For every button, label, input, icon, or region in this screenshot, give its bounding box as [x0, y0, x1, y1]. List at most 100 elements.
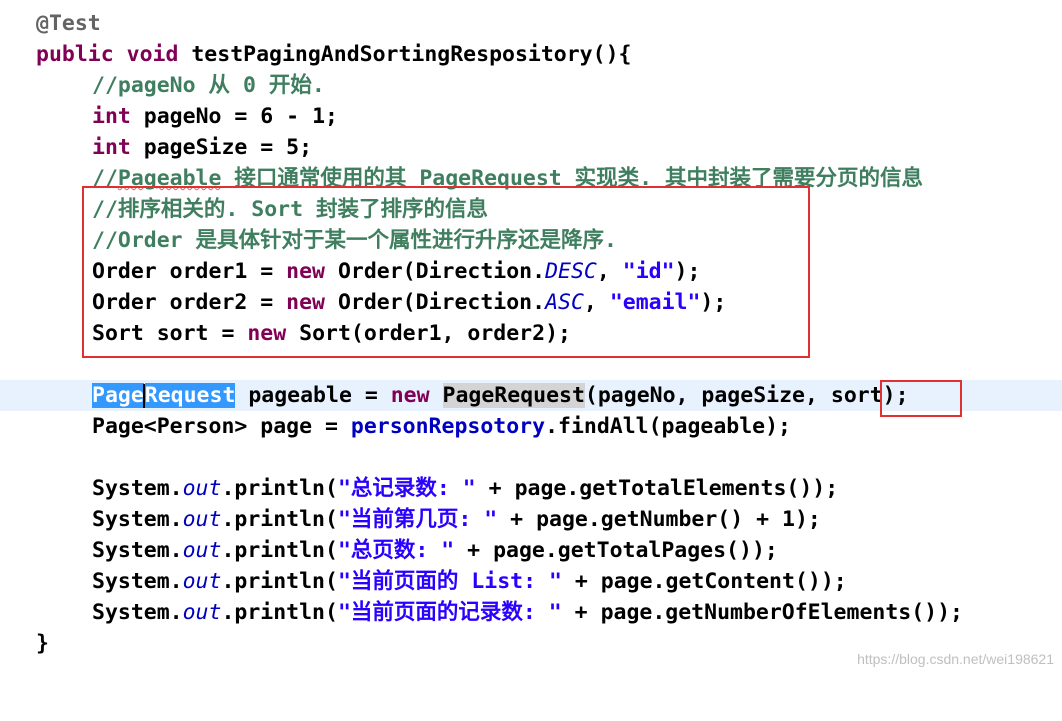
code-line-7[interactable]: //排序相关的. Sort 封装了排序的信息 — [0, 194, 1062, 225]
code-line-5[interactable]: int pageSize = 5; — [0, 132, 1062, 163]
annotation-test: @Test — [36, 11, 101, 36]
code-line-8[interactable]: //Order 是具体针对于某一个属性进行升序还是降序. — [0, 225, 1062, 256]
code-text: Order order1 = — [92, 259, 287, 284]
constant-desc: DESC — [545, 259, 597, 284]
field-out: out — [182, 476, 222, 501]
code-line-15-blank[interactable] — [0, 442, 1062, 473]
code-text: ); — [882, 383, 909, 408]
statement-page: Page<Person> page = personRepsotory.find… — [92, 411, 791, 442]
code-text: (pageNo, pageSize, — [584, 383, 831, 408]
code-line-11[interactable]: Sort sort = new Sort(order1, order2); — [0, 318, 1062, 349]
println-content: System.out.println("当前页面的 List: " + page… — [92, 566, 847, 597]
code-text: System. — [92, 569, 183, 594]
code-line-3[interactable]: //pageNo 从 0 开始. — [0, 70, 1062, 101]
code-line-4[interactable]: int pageNo = 6 - 1; — [0, 101, 1062, 132]
code-text: Page<Person> page = — [92, 414, 351, 439]
code-text: pageable = — [235, 383, 391, 408]
constant-asc: ASC — [545, 290, 584, 315]
code-text: + page.getNumber() + 1); — [497, 507, 821, 532]
field-out: out — [182, 538, 222, 563]
code-line-10[interactable]: Order order2 = new Order(Direction.ASC, … — [0, 287, 1062, 318]
field-out: out — [182, 600, 222, 625]
keyword-public: public — [36, 42, 114, 67]
code-text: .println( — [221, 507, 338, 532]
method-name: testPagingAndSortingRespository(){ — [191, 42, 632, 67]
string-literal: "总页数: " — [337, 538, 455, 563]
comment-sort: //排序相关的. Sort 封装了排序的信息 — [92, 197, 488, 222]
method-signature: public void testPagingAndSortingResposit… — [36, 39, 631, 70]
code-text: , — [596, 259, 623, 284]
keyword-int: int — [92, 135, 131, 160]
string-literal: "当前第几页: " — [337, 507, 498, 532]
string-literal: "email" — [609, 290, 701, 315]
string-literal: "id" — [622, 259, 675, 284]
statement-sort: Sort sort = new Sort(order1, order2); — [92, 318, 571, 349]
code-text: .println( — [221, 476, 338, 501]
field-repository: personRepsotory — [350, 414, 546, 439]
code-line-16[interactable]: System.out.println("总记录数: " + page.getTo… — [0, 473, 1062, 504]
selected-text[interactable]: Request — [144, 383, 236, 408]
code-text: Order(Direction. — [325, 290, 546, 315]
code-text: .println( — [221, 600, 338, 625]
occurrence-highlight: PageRequest — [442, 383, 585, 408]
println-number-of-elements: System.out.println("当前页面的记录数: " + page.g… — [92, 597, 963, 628]
comment-prefix: // — [92, 166, 118, 191]
code-text: + page.getContent()); — [561, 569, 847, 594]
code-line-13-current[interactable]: PageRequest pageable = new PageRequest(p… — [0, 380, 1062, 411]
selected-text[interactable]: Page — [92, 383, 144, 408]
code-text: System. — [92, 538, 183, 563]
println-total-elements: System.out.println("总记录数: " + page.getTo… — [92, 473, 838, 504]
comment-pageable: //Pageable 接口通常使用的其 PageRequest 实现类. 其中封… — [92, 163, 923, 194]
code-text: Order(Direction. — [325, 259, 546, 284]
code-line-2[interactable]: public void testPagingAndSortingResposit… — [0, 39, 1062, 70]
code-text: + page.getTotalElements()); — [475, 476, 839, 501]
keyword-new: new — [390, 383, 430, 408]
statement-text: pageSize = 5; — [143, 135, 313, 160]
statement-pageno: int pageNo = 6 - 1; — [92, 101, 338, 132]
code-text: + page.getTotalPages()); — [454, 538, 778, 563]
statement-text: pageNo = 6 - 1; — [143, 104, 338, 129]
code-line-12-blank[interactable] — [0, 349, 1062, 380]
code-text: .println( — [221, 569, 338, 594]
code-text: .findAll(pageable); — [545, 414, 792, 439]
field-out: out — [182, 569, 222, 594]
println-number: System.out.println("当前第几页: " + page.getN… — [92, 504, 821, 535]
spellcheck-word: Pageable — [117, 166, 222, 191]
code-line-18[interactable]: System.out.println("总页数: " + page.getTot… — [0, 535, 1062, 566]
code-text: Sort(order1, order2); — [286, 321, 571, 346]
code-text: System. — [92, 476, 183, 501]
code-line-20[interactable]: System.out.println("当前页面的记录数: " + page.g… — [0, 597, 1062, 628]
comment-text: 接口通常使用的其 PageRequest 实现类. 其中封装了需要分页的信息 — [221, 166, 924, 191]
field-out: out — [182, 507, 222, 532]
code-text: , — [583, 290, 610, 315]
sort-argument: sort — [830, 383, 883, 408]
statement-pagesize: int pageSize = 5; — [92, 132, 312, 163]
keyword-int: int — [92, 104, 131, 129]
code-text: System. — [92, 600, 183, 625]
code-text: + page.getNumberOfElements()); — [561, 600, 964, 625]
closing-brace: } — [36, 631, 49, 656]
keyword-new: new — [286, 290, 326, 315]
code-line-9[interactable]: Order order1 = new Order(Direction.DESC,… — [0, 256, 1062, 287]
keyword-new: new — [286, 259, 326, 284]
statement-order1: Order order1 = new Order(Direction.DESC,… — [92, 256, 700, 287]
keyword-new: new — [247, 321, 287, 346]
code-line-19[interactable]: System.out.println("当前页面的 List: " + page… — [0, 566, 1062, 597]
string-literal: "总记录数: " — [337, 476, 476, 501]
code-line-17[interactable]: System.out.println("当前第几页: " + page.getN… — [0, 504, 1062, 535]
code-text: Sort sort = — [92, 321, 248, 346]
code-line-6[interactable]: //Pageable 接口通常使用的其 PageRequest 实现类. 其中封… — [0, 163, 1062, 194]
watermark: https://blog.csdn.net/wei198621 — [857, 651, 1054, 667]
keyword-void: void — [126, 42, 179, 67]
code-line-1[interactable]: @Test — [0, 8, 1062, 39]
code-text: ); — [674, 259, 701, 284]
statement-order2: Order order2 = new Order(Direction.ASC, … — [92, 287, 726, 318]
code-text: .println( — [221, 538, 338, 563]
println-total-pages: System.out.println("总页数: " + page.getTot… — [92, 535, 778, 566]
string-literal: "当前页面的记录数: " — [337, 600, 562, 625]
statement-pageable: PageRequest pageable = new PageRequest(p… — [92, 380, 909, 411]
code-editor[interactable]: @Test public void testPagingAndSortingRe… — [0, 0, 1062, 675]
code-line-14[interactable]: Page<Person> page = personRepsotory.find… — [0, 411, 1062, 442]
comment-pageno: //pageNo 从 0 开始. — [92, 73, 325, 98]
code-text: Order order2 = — [92, 290, 287, 315]
